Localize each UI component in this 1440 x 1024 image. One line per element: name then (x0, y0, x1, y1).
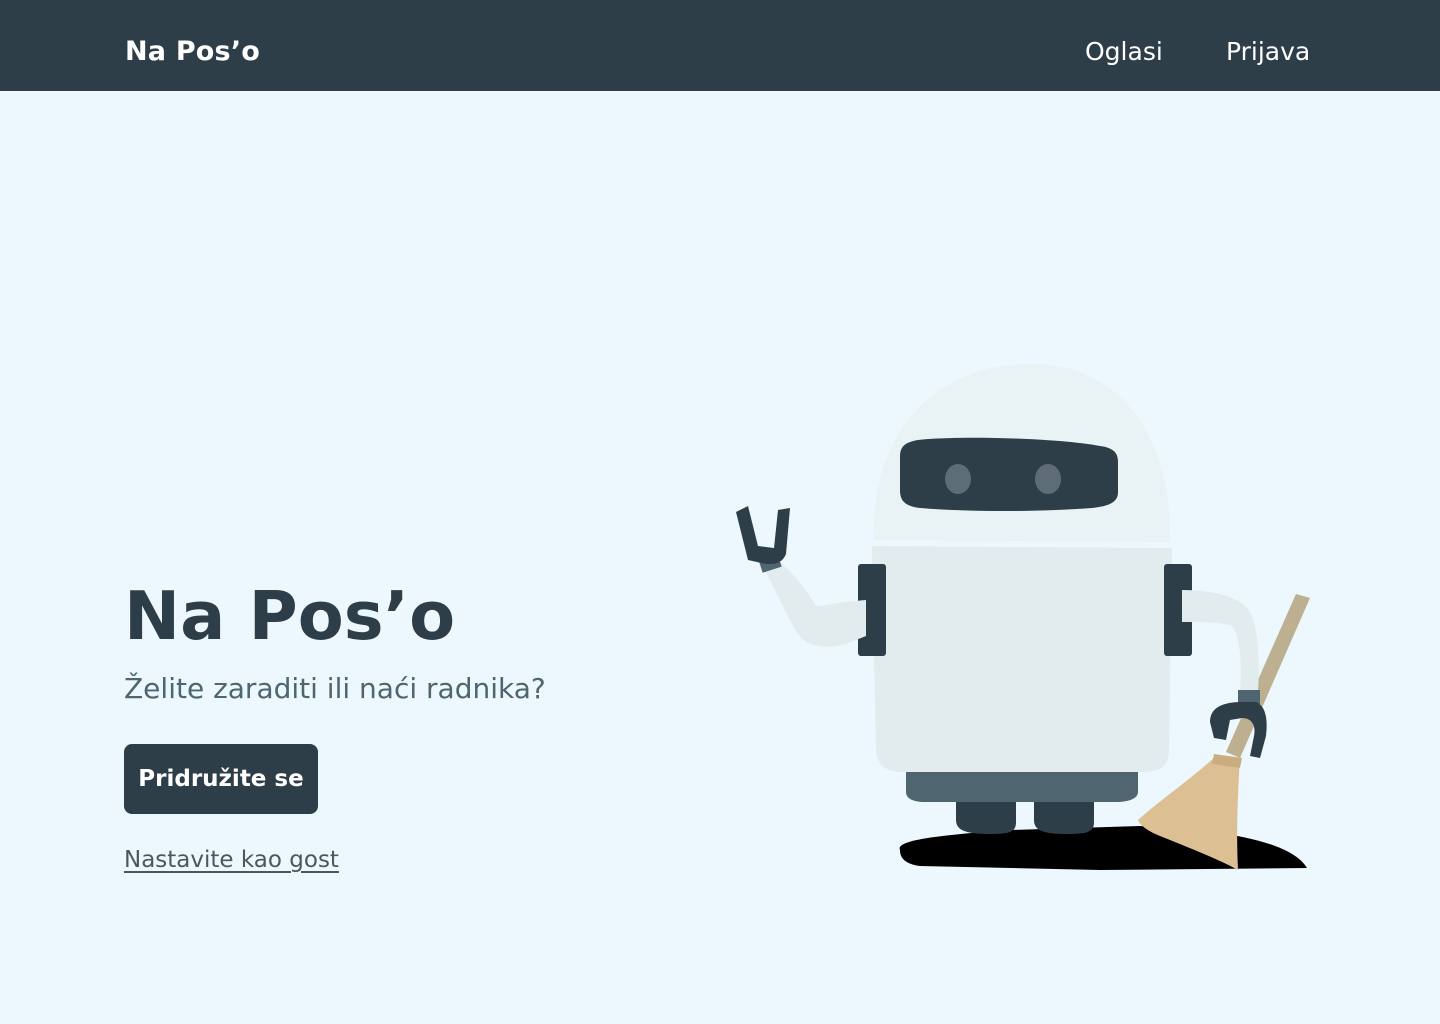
robot-right-arm (1182, 590, 1259, 692)
hero-title: Na Pos’o (124, 577, 456, 655)
robot-illustration (736, 364, 1310, 870)
nav-link-oglasi[interactable]: Oglasi (1085, 37, 1163, 66)
robot-right-wrist (1238, 690, 1260, 704)
robot-left-arm (766, 564, 866, 647)
robot-body (872, 546, 1172, 772)
robot-left-claw (736, 506, 790, 564)
nav-link-prijava[interactable]: Prijava (1226, 37, 1310, 66)
robot-visor (900, 437, 1118, 511)
hero-subtitle: Želite zaraditi ili naći radnika? (124, 672, 546, 705)
join-button[interactable]: Pridružite se (124, 744, 318, 814)
navbar: Na Pos’o Oglasi Prijava (0, 0, 1440, 91)
brand-logo[interactable]: Na Pos’o (125, 36, 260, 67)
robot-shadow (899, 826, 1307, 870)
continue-as-guest-link[interactable]: Nastavite kao gost (124, 847, 339, 873)
robot-right-eye (1035, 464, 1061, 494)
robot-left-eye (945, 464, 971, 494)
